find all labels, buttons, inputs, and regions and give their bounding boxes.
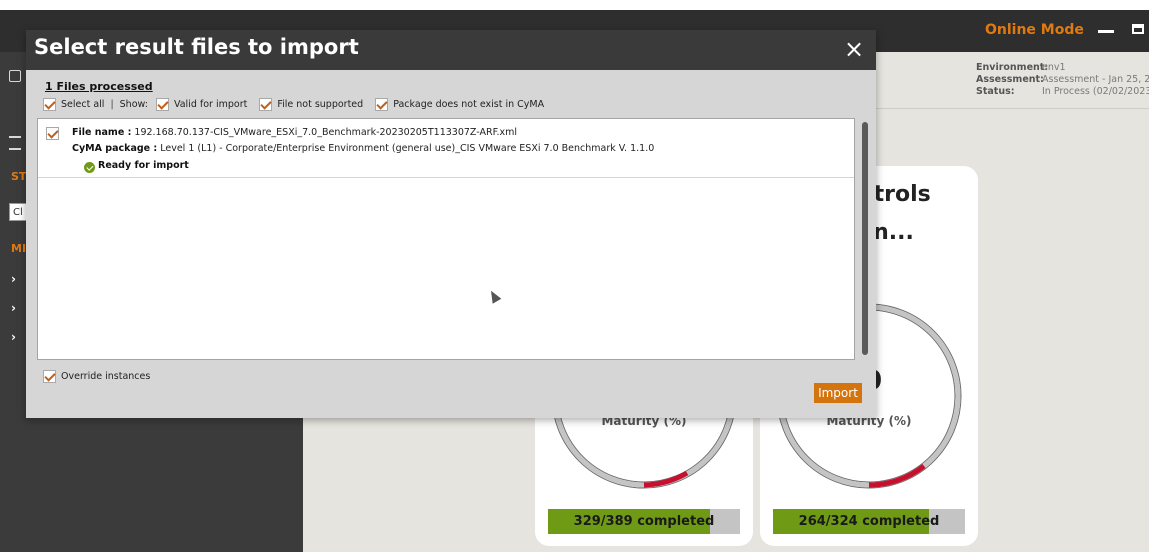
valid-for-import-checkbox[interactable]: Valid for import (155, 98, 247, 111)
files-processed-link[interactable]: 1 Files processed (45, 80, 153, 93)
package-value: Level 1 (L1) - Corporate/Enterprise Envi… (160, 143, 655, 154)
add-square-icon[interactable] (9, 70, 21, 82)
package-missing-checkbox[interactable]: Package does not exist in CyMA (375, 98, 544, 111)
close-icon[interactable]: × (844, 34, 864, 64)
file-name-label: File name : (72, 127, 132, 138)
filter-bar: Select all | Show: Valid for import File… (43, 98, 556, 111)
override-instances-checkbox[interactable]: Override instances (43, 370, 150, 383)
file-list[interactable]: File name : 192.168.70.137-CIS_VMware_ES… (37, 118, 855, 360)
import-button[interactable]: Import (814, 383, 862, 403)
chevron-right-icon[interactable]: › (11, 272, 16, 286)
package-line: CyMA package : Level 1 (L1) - Corporate/… (72, 143, 654, 154)
package-label: CyMA package : (72, 143, 158, 154)
separator: | (110, 99, 114, 110)
info-row: Assessment: Assessment - Jan 25, 20 (976, 74, 1149, 85)
info-row: Status: In Process (02/02/2023 (976, 86, 1149, 97)
chevron-right-icon[interactable]: › (11, 330, 16, 344)
ready-status: Ready for import (98, 160, 189, 171)
chevron-right-icon[interactable]: › (11, 301, 16, 315)
dialog-title: Select result files to import (34, 35, 359, 59)
restore-window-icon[interactable] (1132, 24, 1144, 34)
select-all-checkbox[interactable]: Select all (43, 98, 104, 111)
checkbox-checked-icon[interactable] (43, 370, 56, 383)
assessment-info: Environment: env1 Assessment: Assessment -… (976, 62, 1149, 98)
nav-section-label-2: MI (11, 242, 27, 255)
online-mode-label: Online Mode (985, 22, 1084, 38)
progress-text: 264/324 completed (798, 514, 940, 529)
progress-bar: 264/324 completed (773, 509, 965, 534)
info-row: Environment: env1 (976, 62, 1066, 73)
dialog-header: Select result files to import × (26, 30, 876, 70)
progress-text: 329/389 completed (573, 514, 715, 529)
file-name-line: File name : 192.168.70.137-CIS_VMware_ES… (72, 127, 517, 138)
institution-icon[interactable] (9, 136, 21, 150)
nav-section-label: ST (11, 170, 27, 183)
checkbox-checked-icon[interactable] (155, 98, 169, 111)
import-dialog: Select result files to import × 1 Files … (26, 30, 876, 418)
progress-bar: 329/389 completed (548, 509, 740, 534)
checkbox-checked-icon[interactable] (375, 98, 389, 111)
check-circle-icon (84, 162, 95, 173)
file-name-value: 192.168.70.137-CIS_VMware_ESXi_7.0_Bench… (134, 127, 518, 138)
checkbox-checked-icon[interactable] (259, 98, 273, 111)
minimize-icon[interactable] (1098, 30, 1114, 33)
checkbox-checked-icon[interactable] (43, 98, 56, 111)
show-label: Show: (119, 99, 148, 110)
list-item[interactable]: File name : 192.168.70.137-CIS_VMware_ES… (38, 119, 854, 178)
file-checkbox[interactable] (46, 127, 59, 140)
file-not-supported-checkbox[interactable]: File not supported (259, 98, 363, 111)
list-scrollbar[interactable] (862, 122, 868, 355)
